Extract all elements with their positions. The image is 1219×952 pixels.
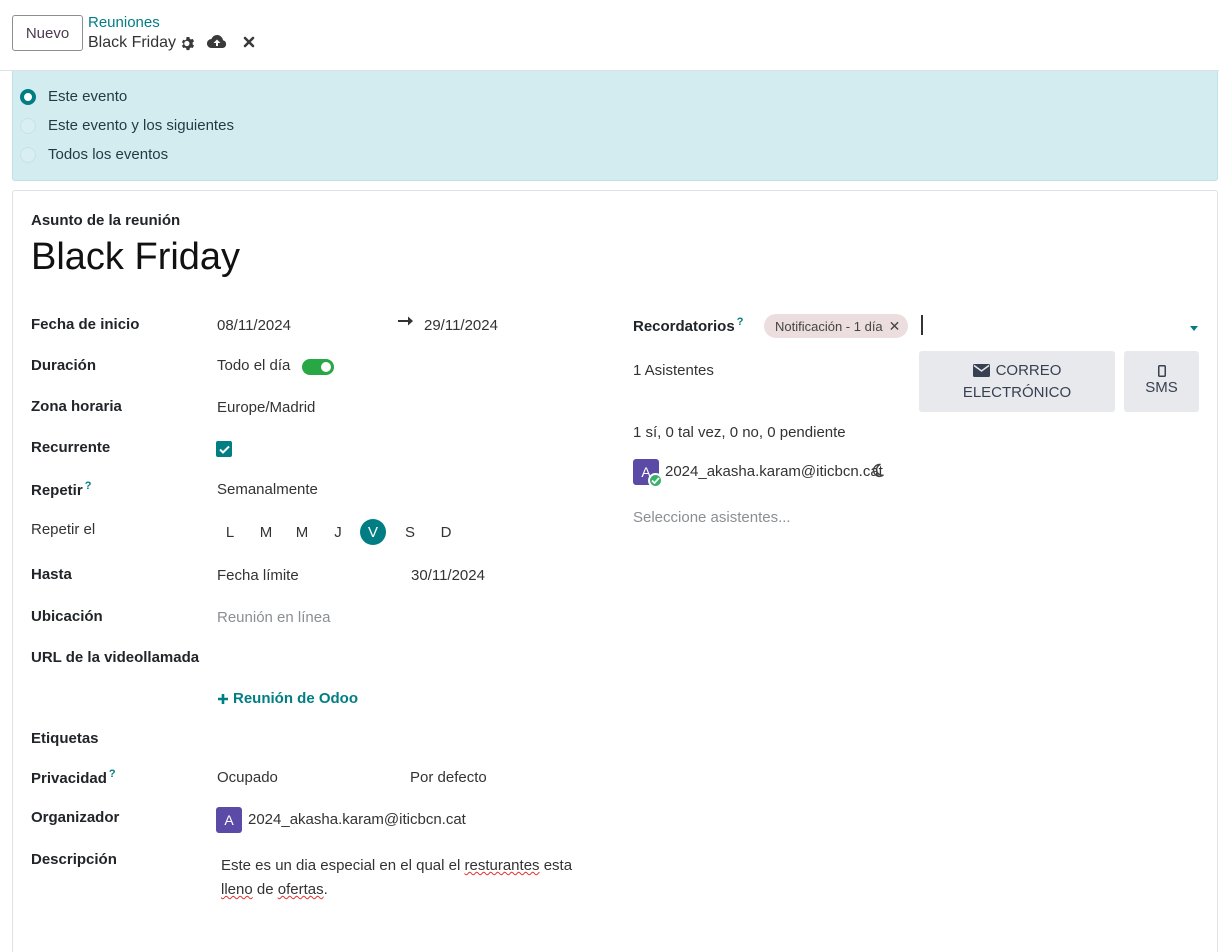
show-as-select[interactable]: Ocupado xyxy=(217,769,278,786)
repeat-label-text: Repetir xyxy=(31,482,83,499)
timezone-label: Zona horaria xyxy=(31,398,122,415)
description-editor[interactable]: Este es un dia especial en el qual el re… xyxy=(221,854,591,902)
radio-all-events[interactable]: Todos los eventos xyxy=(20,146,168,163)
privacy-label: Privacidad? xyxy=(31,768,116,787)
reminders-label: Recordatorios? xyxy=(633,316,743,335)
timezone-select[interactable]: Europe/Madrid xyxy=(217,399,315,416)
attendees-count: 1 Asistentes xyxy=(633,362,714,379)
misspelled-word: lleno xyxy=(221,881,253,898)
privacy-select[interactable]: Por defecto xyxy=(410,769,487,786)
description-text: de xyxy=(252,881,278,898)
caret-down-icon[interactable] xyxy=(1190,326,1198,331)
add-odoo-meeting-button[interactable]: Reunión de Odoo xyxy=(217,690,358,707)
attendance-summary: 1 sí, 0 tal vez, 0 no, 0 pendiente xyxy=(633,424,846,441)
weekday-wednesday[interactable]: M xyxy=(289,519,315,545)
weekday-sunday[interactable]: D xyxy=(433,519,459,545)
recurrent-checkbox[interactable] xyxy=(216,441,232,457)
until-type-select[interactable]: Fecha límite xyxy=(217,567,299,584)
privacy-label-text: Privacidad xyxy=(31,770,107,787)
organizer-label: Organizador xyxy=(31,809,120,826)
weekday-saturday[interactable]: S xyxy=(397,519,423,545)
radio-label: Este evento xyxy=(48,88,128,105)
weekday-tuesday[interactable]: M xyxy=(253,519,279,545)
check-icon xyxy=(218,445,230,454)
radio-indicator[interactable] xyxy=(20,88,36,105)
weekday-thursday[interactable]: J xyxy=(325,519,351,545)
all-day-toggle[interactable] xyxy=(302,359,334,375)
video-url-label: URL de la videollamada xyxy=(31,649,200,666)
duration-label: Duración xyxy=(31,357,97,374)
tags-label: Etiquetas xyxy=(31,730,99,747)
subject-input[interactable]: Black Friday xyxy=(31,236,240,279)
form-sheet xyxy=(12,190,1218,952)
plus-icon xyxy=(218,693,228,704)
repeat-on-label: Repetir el xyxy=(31,521,96,538)
misspelled-word: ofertas xyxy=(277,881,324,898)
breadcrumb-current-label: Black Friday xyxy=(88,34,177,51)
organizer-avatar: A xyxy=(216,807,242,833)
radio-indicator[interactable] xyxy=(20,146,36,163)
radio-label: Todos los eventos xyxy=(48,146,169,163)
cloud-upload-icon[interactable] xyxy=(207,32,227,52)
reminders-input-caret[interactable] xyxy=(921,315,923,335)
privacy-help-icon[interactable]: ? xyxy=(109,768,116,780)
close-icon[interactable] xyxy=(239,32,259,52)
reminders-label-text: Recordatorios xyxy=(633,318,735,335)
attendee-email: 2024_akasha.karam@iticbcn.cat xyxy=(665,463,883,480)
weekday-monday[interactable]: L xyxy=(217,519,243,545)
arrow-right-icon xyxy=(397,314,415,332)
new-button[interactable]: Nuevo xyxy=(12,15,83,51)
location-input[interactable]: Reunión en línea xyxy=(217,609,330,626)
reminders-help-icon[interactable]: ? xyxy=(737,316,744,328)
radio-this-and-following[interactable]: Este evento y los siguientes xyxy=(20,117,234,134)
attendees-input[interactable]: Seleccione asistentes... xyxy=(633,509,791,526)
description-text: . xyxy=(323,881,328,898)
start-date-input[interactable]: 08/11/2024 xyxy=(217,317,291,334)
mobile-icon xyxy=(1157,364,1166,377)
organizer-field[interactable]: 2024_akasha.karam@iticbcn.cat xyxy=(248,811,466,828)
email-button-label-2: ELECTRÓNICO xyxy=(962,383,1072,401)
repeat-select[interactable]: Semanalmente xyxy=(217,481,318,498)
reminder-tag-label: Notificación - 1 día xyxy=(775,318,883,334)
email-button[interactable]: CORREO ELECTRÓNICO xyxy=(919,351,1115,412)
weekday-friday[interactable]: V xyxy=(360,519,386,545)
radio-this-event[interactable]: Este evento xyxy=(20,88,127,105)
description-text: Este es un dia especial en el qual el xyxy=(221,857,465,874)
reminder-tag: Notificación - 1 día ✕ xyxy=(764,314,909,338)
add-odoo-meeting-label: Reunión de Odoo xyxy=(233,690,358,707)
control-panel: Nuevo Reuniones Black Friday xyxy=(0,0,1219,71)
envelope-icon xyxy=(972,364,990,377)
until-date-input[interactable]: 30/11/2024 xyxy=(411,567,485,584)
all-day-label: Todo el día xyxy=(217,357,291,374)
sms-button[interactable]: SMS xyxy=(1124,351,1199,412)
remove-tag-icon[interactable]: ✕ xyxy=(889,318,901,335)
sms-button-label: SMS xyxy=(1145,378,1178,396)
repeat-label: Repetir? xyxy=(31,480,91,499)
until-label: Hasta xyxy=(31,566,72,583)
breadcrumb-parent[interactable]: Reuniones xyxy=(88,14,160,31)
end-date-input[interactable]: 29/11/2024 xyxy=(424,317,498,334)
description-label: Descripción xyxy=(31,851,117,868)
moon-icon xyxy=(871,463,885,482)
radio-indicator[interactable] xyxy=(20,117,36,134)
email-button-label-1: CORREO xyxy=(995,361,1062,379)
accepted-check-icon xyxy=(648,473,663,488)
start-date-label: Fecha de inicio xyxy=(31,316,140,333)
breadcrumb-current: Black Friday xyxy=(88,34,195,52)
subject-label: Asunto de la reunión xyxy=(31,212,181,229)
repeat-help-icon[interactable]: ? xyxy=(85,480,92,492)
location-label: Ubicación xyxy=(31,608,103,625)
gear-icon[interactable] xyxy=(180,36,195,51)
recurrent-label: Recurrente xyxy=(31,439,111,456)
description-text: esta xyxy=(539,857,573,874)
radio-label: Este evento y los siguientes xyxy=(48,117,234,134)
misspelled-word: resturantes xyxy=(464,857,540,874)
